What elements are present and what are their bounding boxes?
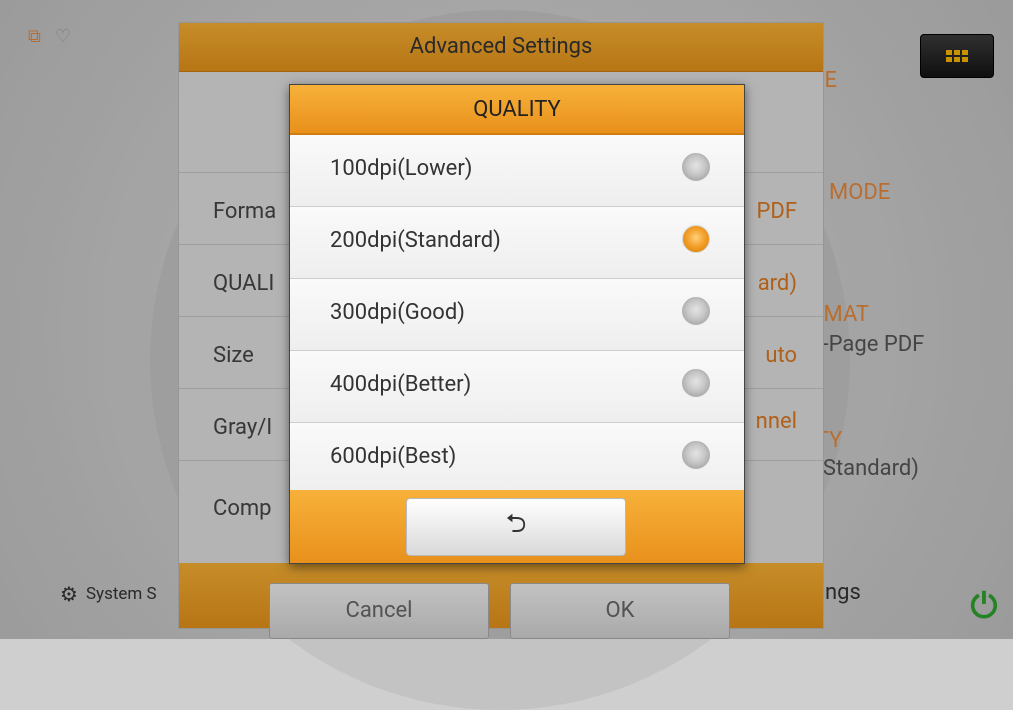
- radio-button[interactable]: [682, 441, 710, 469]
- radio-button[interactable]: [682, 297, 710, 325]
- quality-option-200dpi[interactable]: 200dpi(Standard): [290, 207, 744, 279]
- back-button[interactable]: ⮌: [406, 498, 626, 556]
- radio-button[interactable]: [682, 369, 710, 397]
- option-label: 300dpi(Good): [330, 300, 465, 325]
- radio-button-selected[interactable]: [682, 225, 710, 253]
- radio-button[interactable]: [682, 153, 710, 181]
- quality-option-600dpi[interactable]: 600dpi(Best): [290, 423, 744, 494]
- option-label: 400dpi(Better): [330, 372, 472, 397]
- quality-dialog-title: QUALITY: [290, 85, 744, 135]
- quality-option-300dpi[interactable]: 300dpi(Good): [290, 279, 744, 351]
- back-arrow-icon: ⮌: [505, 509, 527, 539]
- quality-option-100dpi[interactable]: 100dpi(Lower): [290, 135, 744, 207]
- option-label: 100dpi(Lower): [330, 156, 473, 181]
- quality-dialog: QUALITY 100dpi(Lower) 200dpi(Standard) 3…: [289, 84, 745, 564]
- option-label: 200dpi(Standard): [330, 228, 501, 253]
- quality-dialog-footer: ⮌: [290, 490, 744, 563]
- quality-option-400dpi[interactable]: 400dpi(Better): [290, 351, 744, 423]
- option-label: 600dpi(Best): [330, 444, 457, 469]
